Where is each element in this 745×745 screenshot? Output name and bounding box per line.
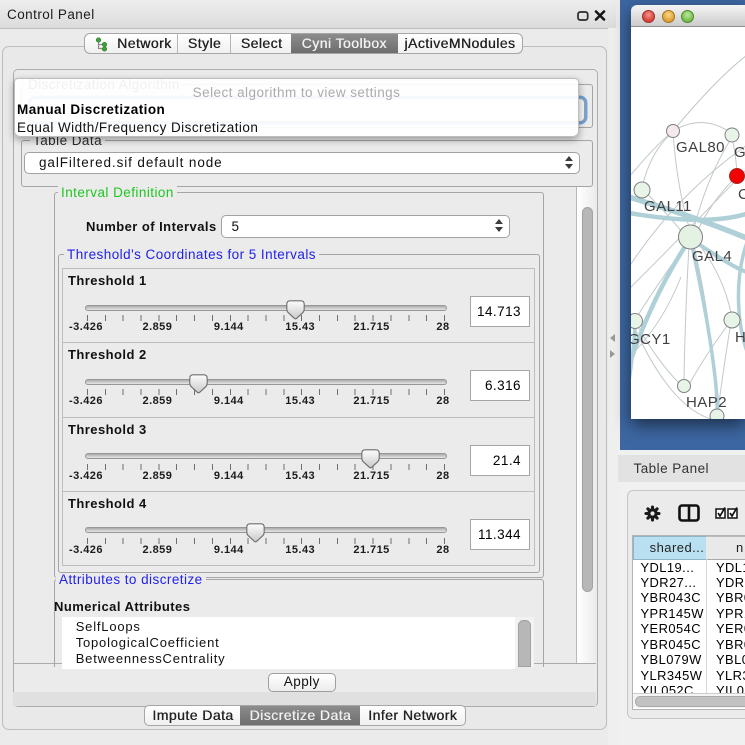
svg-text:GCY1: GCY1 [631, 331, 671, 348]
svg-text:GAL4: GAL4 [692, 248, 732, 265]
svg-text:GAL: GAL [734, 144, 745, 161]
svg-text:HAP2: HAP2 [686, 394, 727, 411]
svg-text:GAL80: GAL80 [676, 139, 725, 156]
svg-text:GAL11: GAL11 [644, 198, 692, 215]
svg-text:HIS4: HIS4 [735, 329, 745, 346]
svg-text:C: C [738, 186, 745, 203]
